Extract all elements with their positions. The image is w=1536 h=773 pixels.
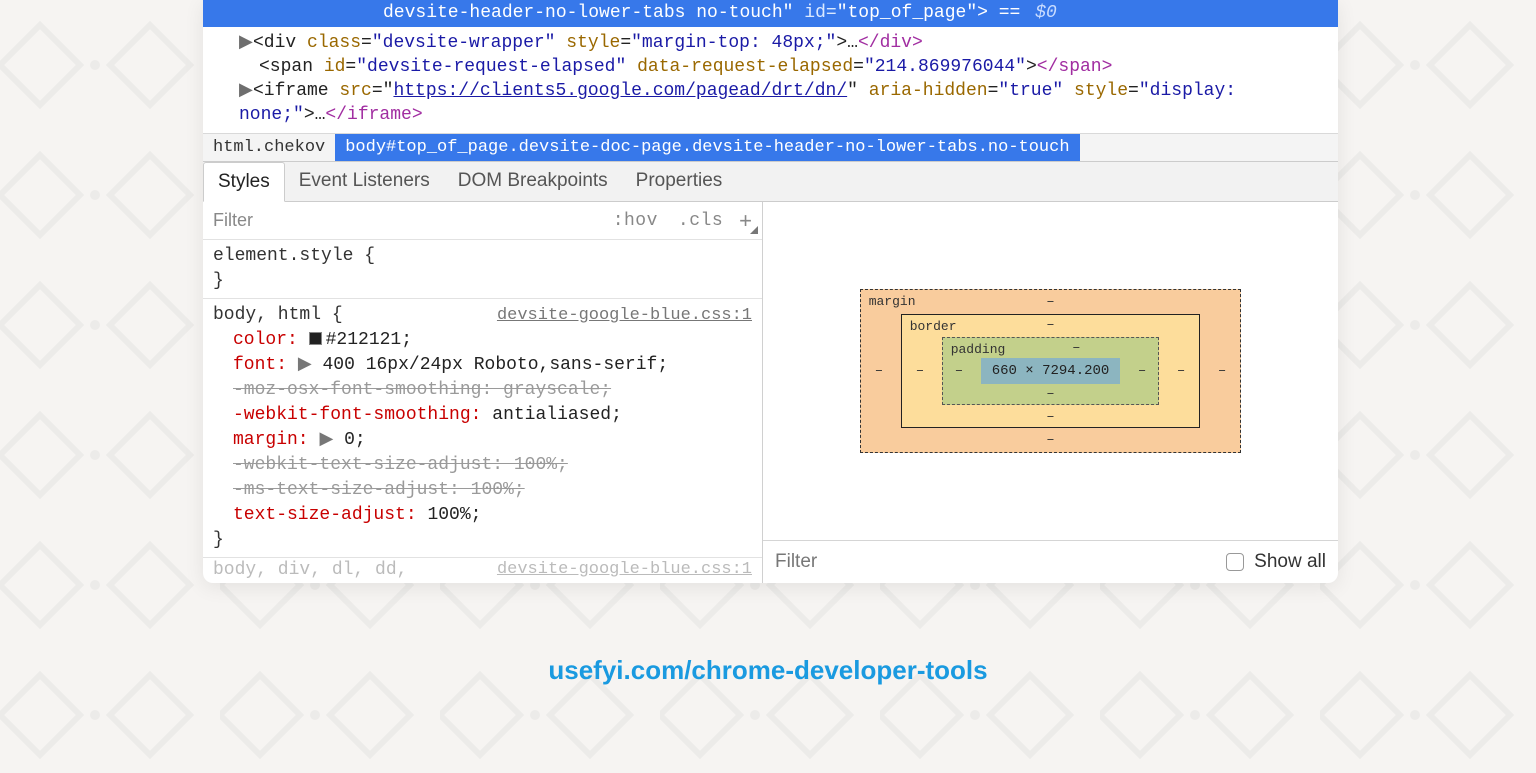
color-swatch-icon[interactable]	[309, 332, 322, 345]
box-model-content: 660 × 7294.200	[981, 358, 1121, 384]
selected-element-line[interactable]: devsite-header-no-lower-tabs no-touch" i…	[203, 0, 1338, 27]
devtools-panel: devsite-header-no-lower-tabs no-touch" i…	[203, 0, 1338, 583]
stylesheet-link[interactable]: devsite-google-blue.css:1	[497, 303, 752, 328]
rule-faded: devsite-google-blue.css:1 body, div, dl,…	[203, 558, 762, 580]
computed-panel: margin – – – – border – – – – padding	[763, 202, 1338, 583]
rule-body-html[interactable]: devsite-google-blue.css:1 body, html { c…	[203, 299, 762, 558]
styles-panel: Filter :hov .cls + element.style { } dev…	[203, 202, 763, 583]
dom-node[interactable]: ▶<div class="devsite-wrapper" style="mar…	[239, 31, 1338, 55]
new-rule-button[interactable]: +	[733, 204, 762, 238]
show-all-label: Show all	[1254, 551, 1326, 573]
tab-properties[interactable]: Properties	[622, 162, 737, 201]
cls-toggle[interactable]: .cls	[668, 203, 733, 239]
footer-link[interactable]: usefyi.com/chrome-developer-tools	[0, 655, 1536, 686]
dom-node[interactable]: <span id="devsite-request-elapsed" data-…	[239, 55, 1338, 79]
breadcrumb-item-body[interactable]: body#top_of_page.devsite-doc-page.devsit…	[335, 134, 1079, 161]
expand-icon[interactable]: ▶	[239, 79, 253, 103]
computed-filter-input[interactable]: Filter	[775, 551, 1226, 573]
dom-node[interactable]: ▶<iframe src="https://clients5.google.co…	[239, 79, 1338, 103]
styles-subtabs: Styles Event Listeners DOM Breakpoints P…	[203, 162, 1338, 202]
tab-event-listeners[interactable]: Event Listeners	[285, 162, 444, 201]
tab-dom-breakpoints[interactable]: DOM Breakpoints	[444, 162, 622, 201]
expand-icon[interactable]: ▶	[319, 430, 344, 450]
styles-filter-input[interactable]: Filter	[203, 202, 603, 239]
expand-icon[interactable]: ▶	[298, 355, 323, 375]
box-model[interactable]: margin – – – – border – – – – padding	[860, 289, 1242, 453]
hover-toggle[interactable]: :hov	[603, 203, 668, 239]
tab-styles[interactable]: Styles	[203, 162, 285, 202]
rule-element-style[interactable]: element.style { }	[203, 240, 762, 299]
show-all-checkbox[interactable]	[1226, 553, 1244, 571]
dom-node-cont[interactable]: none;">…</iframe>	[239, 103, 1338, 127]
breadcrumb-item-html[interactable]: html.chekov	[203, 134, 335, 161]
expand-icon[interactable]: ▶	[239, 31, 253, 55]
dom-tree[interactable]: ▶<div class="devsite-wrapper" style="mar…	[203, 27, 1338, 134]
breadcrumb: html.chekov body#top_of_page.devsite-doc…	[203, 134, 1338, 162]
